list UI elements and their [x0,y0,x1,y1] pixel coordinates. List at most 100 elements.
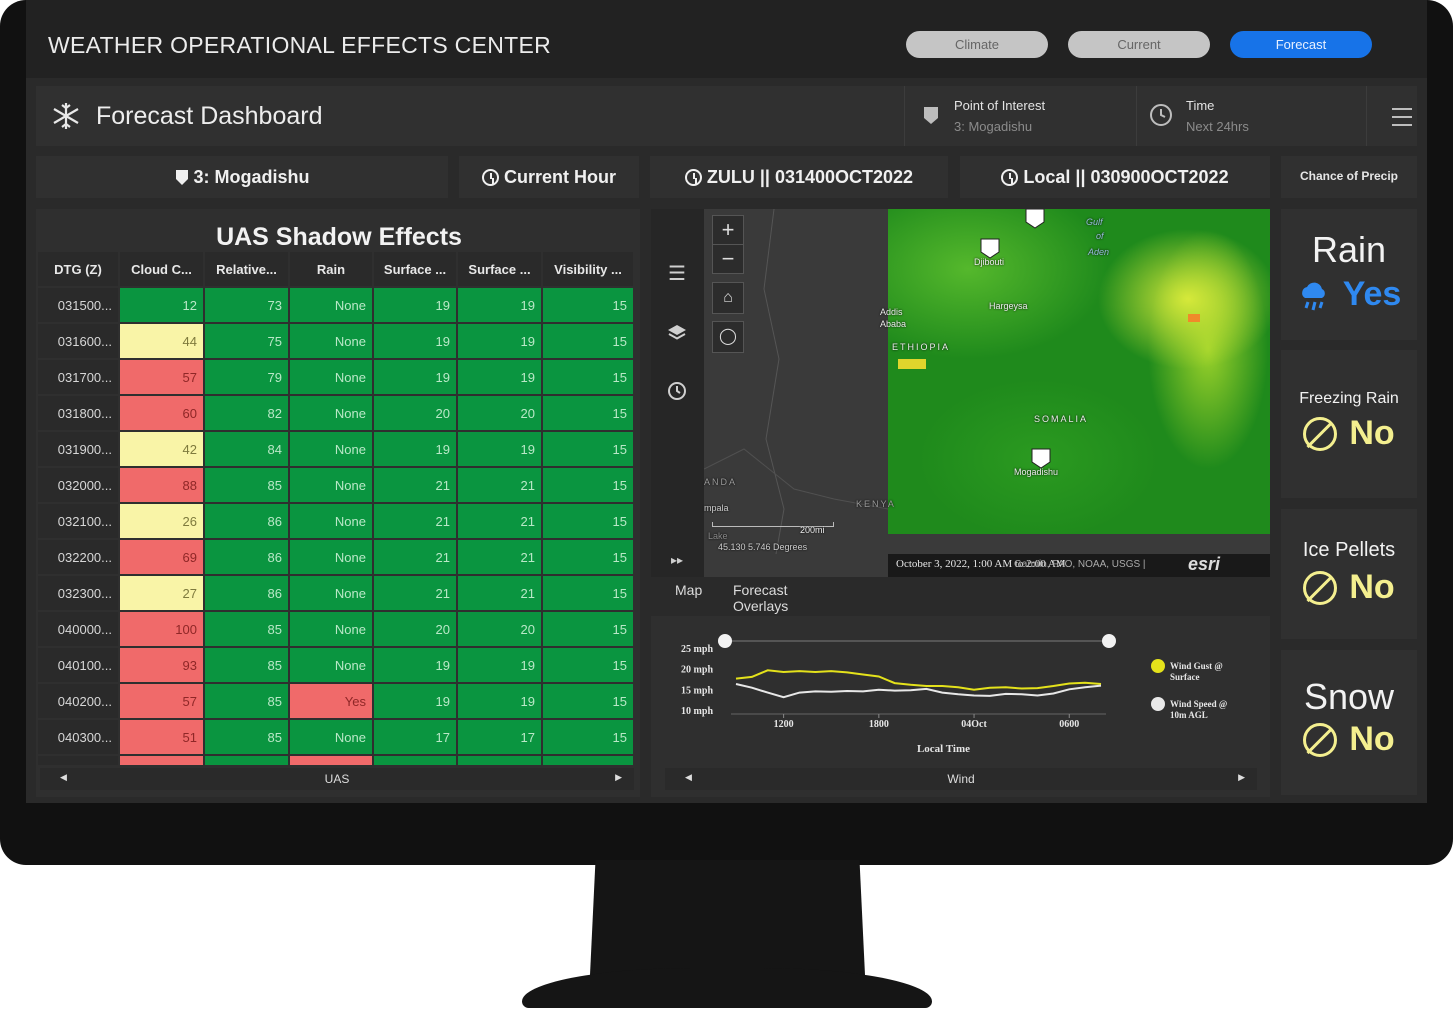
cloud-cover-cell: 100 [120,612,203,646]
layers-icon[interactable] [665,321,689,345]
cloud-cover-cell: 44 [120,324,203,358]
table-row[interactable]: 032000... 88 85 None 21 21 15 [38,468,633,502]
map-label: SOMALIA [1034,414,1089,424]
x-tick-label: 0600 [1059,719,1079,730]
map-marker-icon[interactable] [1030,447,1052,469]
table-row[interactable] [38,756,633,765]
home-button[interactable]: ⌂ [712,282,744,314]
rain-cell: None [290,612,372,646]
map-pin-icon [924,107,938,124]
table-row[interactable]: 031700... 57 79 None 19 19 15 [38,360,633,394]
nav-climate-button[interactable]: Climate [906,31,1048,58]
header-divider [1366,86,1367,146]
cloud-cover-cell: 69 [120,540,203,574]
scroll-right-arrow-icon[interactable]: ▶ [1238,772,1245,783]
tab-map[interactable]: Map [675,582,702,598]
visibility-cell: 15 [543,720,633,754]
table-row[interactable]: 040000... 100 85 None 20 20 15 [38,612,633,646]
poi-value[interactable]: 3: Mogadishu [954,119,1032,134]
table-row[interactable]: 032300... 27 86 None 21 21 15 [38,576,633,610]
snow-label: Snow [1303,676,1395,717]
monitor-stand-foot [522,968,932,1008]
wind-horizontal-scrollbar[interactable]: ◀ Wind ▶ [665,768,1257,790]
uas-scroll-label: UAS [324,772,350,786]
local-time-text: Local || 030900OCT2022 [1023,166,1229,187]
table-row[interactable]: 031600... 44 75 None 19 19 15 [38,324,633,358]
column-header-visibility[interactable]: Visibility ... [543,252,633,286]
map-label: KENYA [856,499,896,509]
column-header-relative-humidity[interactable]: Relative... [205,252,288,286]
visibility-cell: 15 [543,324,633,358]
locate-button[interactable]: ◯ [712,321,744,353]
map-label: of [1096,231,1104,241]
map-label: Lake [708,531,728,541]
basemap[interactable]: + − ⌂ ◯ Gulf of Aden Djibouti Hargeysa A… [704,209,1270,577]
dashboard-header: Forecast Dashboard Point of Interest 3: … [36,86,1417,146]
zulu-time-indicator: ZULU || 031400OCT2022 [650,156,948,198]
app-bar: WEATHER OPERATIONAL EFFECTS CENTER Clima… [26,0,1427,78]
map-coordinates: 45.130 5.746 Degrees [718,542,808,552]
surface-1-cell: 20 [374,612,456,646]
table-row[interactable]: 040100... 93 85 None 19 19 15 [38,648,633,682]
scroll-right-arrow-icon[interactable]: ▶ [615,772,622,783]
nav-forecast-button[interactable]: Forecast [1230,31,1372,58]
dtg-cell: 031800... [38,396,118,430]
cloud-cover-cell: 88 [120,468,203,502]
column-header-dtg[interactable]: DTG (Z) [38,252,118,286]
surface-1-cell: 21 [374,468,456,502]
dtg-cell: 031900... [38,432,118,466]
zoom-in-button[interactable]: + [713,216,743,244]
cloud-cover-cell [120,756,203,765]
table-row[interactable]: 031900... 42 84 None 19 19 15 [38,432,633,466]
nav-current-button[interactable]: Current [1068,31,1210,58]
ice-pellets-label: Ice Pellets [1302,539,1396,561]
column-header-rain[interactable]: Rain [290,252,372,286]
table-row[interactable]: 040200... 57 85 Yes 19 19 15 [38,684,633,718]
visibility-cell: 15 [543,612,633,646]
ice-pellets-value-text: No [1349,568,1395,606]
map-footer: October 3, 2022, 1:00 AM to 2:00 AM Garm… [888,554,1270,577]
column-header-surface-1[interactable]: Surface ... [374,252,456,286]
expand-icon[interactable]: ▸▸ [665,553,689,577]
wind-chart[interactable]: 10 mph 15 mph 20 mph 25 mph 1200 1800 04Oct 060… [651,616,1270,766]
snow-value: No [1281,720,1417,759]
header-divider [904,86,905,146]
map-marker-icon[interactable] [1024,209,1046,231]
surface-2-cell: 19 [458,360,541,394]
y-tick-label: 20 mph [681,665,713,676]
table-row[interactable]: 031800... 60 82 None 20 20 15 [38,396,633,430]
map-label: Gulf [1086,217,1103,227]
column-header-cloud-cover[interactable]: Cloud C... [120,252,203,286]
relative-humidity-cell [205,756,288,765]
table-row[interactable]: 032200... 69 86 None 21 21 15 [38,540,633,574]
legend-swatch [1151,659,1165,673]
visibility-cell: 15 [543,684,633,718]
table-row[interactable]: 032100... 26 86 None 21 21 15 [38,504,633,538]
history-icon[interactable] [665,379,689,403]
ice-pellets-card: Ice Pellets No [1281,509,1417,639]
time-value[interactable]: Next 24hrs [1186,119,1249,134]
zoom-out-button[interactable]: − [713,244,743,273]
map-view[interactable]: ☰ ▸▸ + − ⌂ ◯ Gulf of Aden Djibouti Harge… [651,209,1270,577]
dashboard-title: Forecast Dashboard [96,102,323,130]
map-marker-icon[interactable] [979,237,1001,259]
range-slider-handle[interactable] [718,634,732,648]
range-slider-handle[interactable] [1102,634,1116,648]
column-header-surface-2[interactable]: Surface ... [458,252,541,286]
rain-cell: Yes [290,684,372,718]
visibility-cell: 15 [543,576,633,610]
table-row[interactable]: 031500... 12 73 None 19 19 15 [38,288,633,322]
table-row[interactable]: 040300... 51 85 None 17 17 15 [38,720,633,754]
current-hour-indicator: Current Hour [459,156,639,198]
list-icon[interactable]: ☰ [665,261,689,285]
surface-1-cell: 21 [374,576,456,610]
snowflake-sun-icon [53,103,79,129]
visibility-cell: 15 [543,432,633,466]
hamburger-menu-icon[interactable] [1392,108,1412,132]
snow-value-text: No [1349,720,1395,758]
uas-horizontal-scrollbar[interactable]: ◀ UAS ▶ [40,768,634,790]
surface-1-cell: 21 [374,504,456,538]
relative-humidity-cell: 85 [205,468,288,502]
surface-1-cell: 20 [374,396,456,430]
zulu-time-text: ZULU || 031400OCT2022 [706,166,914,187]
